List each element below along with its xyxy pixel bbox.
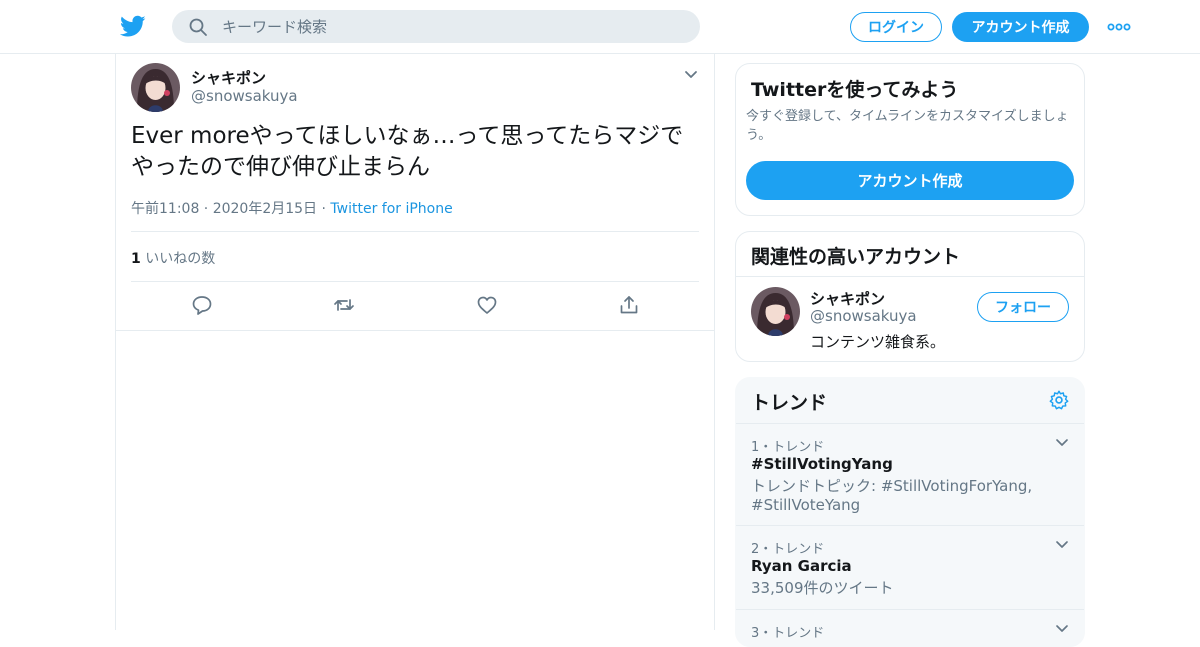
trend-subtitle: 33,509件のツイート [751, 579, 894, 597]
avatar[interactable] [131, 63, 180, 112]
divider [131, 231, 699, 232]
likes-count[interactable]: 1 いいねの数 [131, 248, 215, 268]
tweet-source-link[interactable]: Twitter for iPhone [330, 201, 452, 217]
likes-label: いいねの数 [140, 251, 216, 267]
likes-number: 1 [131, 251, 141, 267]
trend-item[interactable]: 1・トレンド #StillVotingYang トレンドトピック: #Still… [736, 423, 1084, 525]
tweet: シャキポン @snowsakuya Ever moreやってほしいなぁ…って思っ… [116, 54, 714, 331]
search-input[interactable] [222, 10, 682, 43]
display-name[interactable]: シャキポン [191, 67, 266, 88]
trend-item[interactable]: 3・トレンド [736, 609, 1084, 646]
related-account-bio: コンテンツ雑食系。 [810, 333, 946, 351]
share-icon[interactable] [618, 294, 640, 316]
trend-name[interactable]: #StillVotingYang [751, 455, 893, 473]
trends-title: トレンド [751, 392, 828, 414]
tweet-column: シャキポン @snowsakuya Ever moreやってほしいなぁ…って思っ… [115, 54, 715, 630]
signup-button[interactable]: アカウント作成 [952, 12, 1089, 42]
chevron-down-icon[interactable] [1054, 435, 1070, 451]
chevron-down-icon[interactable] [682, 66, 700, 84]
chevron-down-icon[interactable] [1054, 537, 1070, 553]
user-handle[interactable]: @snowsakuya [191, 87, 298, 105]
login-button[interactable]: ログイン [850, 12, 942, 42]
tweet-text-line: やったので伸び伸び止まらん [131, 154, 430, 180]
trend-rank: 2・トレンド [751, 542, 825, 557]
reply-icon[interactable] [191, 294, 213, 316]
gear-icon[interactable] [1048, 389, 1070, 411]
chevron-down-icon[interactable] [1054, 621, 1070, 637]
trends-card: トレンド 1・トレンド #StillVotingYang トレンドトピック: #… [735, 377, 1085, 647]
create-account-button[interactable]: アカウント作成 [746, 161, 1074, 200]
search-icon [189, 18, 207, 36]
avatar[interactable] [751, 287, 800, 336]
retweet-icon[interactable] [333, 294, 355, 316]
trend-name[interactable]: Ryan Garcia [751, 557, 852, 575]
divider [131, 281, 699, 282]
related-account-handle[interactable]: @snowsakuya [810, 307, 917, 325]
signup-card: Twitterを使ってみよう 今すぐ登録して、タイムラインをカスタマイズしましょ… [735, 63, 1085, 216]
more-options-icon[interactable] [1106, 17, 1132, 37]
trend-item[interactable]: 2・トレンド Ryan Garcia 33,509件のツイート [736, 525, 1084, 609]
tweet-meta: 午前11:08 · 2020年2月15日 · Twitter for iPhon… [131, 198, 453, 218]
trend-rank: 3・トレンド [751, 626, 825, 641]
tweet-timestamp[interactable]: 午前11:08 · 2020年2月15日 · [131, 201, 330, 217]
like-heart-icon[interactable] [476, 294, 498, 316]
search-box[interactable] [172, 10, 700, 43]
divider [736, 276, 1084, 277]
related-accounts-title: 関連性の高いアカウント [751, 246, 961, 268]
related-account-name[interactable]: シャキポン [810, 288, 885, 309]
trend-rank: 1・トレンド [751, 440, 825, 455]
twitter-bird-icon[interactable] [120, 13, 146, 39]
follow-button[interactable]: フォロー [977, 292, 1069, 322]
trend-subtitle: トレンドトピック: #StillVotingForYang, #StillVot… [751, 477, 1033, 514]
related-accounts-card: 関連性の高いアカウント シャキポン @snowsakuya コンテンツ雑食系。 … [735, 231, 1085, 362]
signup-card-title: Twitterを使ってみよう [751, 79, 959, 101]
top-bar: ログイン アカウント作成 [0, 0, 1200, 54]
signup-description: 今すぐ登録して、タイムラインをカスタマイズしましょう。 [746, 109, 1069, 143]
tweet-text: Ever moreやってほしいなぁ…って思ってたらマジで やったので伸び伸び止ま… [131, 121, 701, 183]
tweet-text-line: Ever moreやってほしいなぁ…って思ってたらマジで [131, 123, 684, 149]
